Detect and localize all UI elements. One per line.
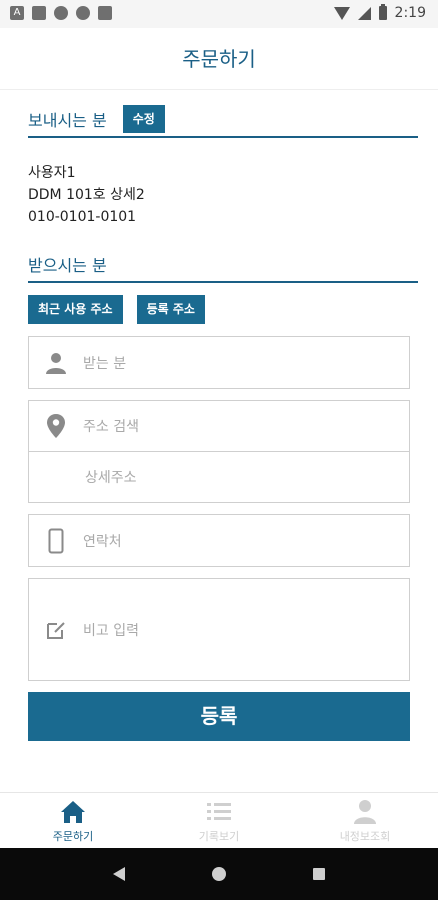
memo-placeholder: 비고 입력 <box>83 622 139 639</box>
status-time: 2:19 <box>394 5 426 21</box>
address-buttons: 최근 사용 주소 등록 주소 <box>28 295 390 324</box>
sender-name: 사용자1 <box>28 165 76 181</box>
location-pin-icon <box>43 413 69 439</box>
page-title: 주문하기 <box>0 28 438 90</box>
sender-phone: 010-0101-0101 <box>28 209 137 225</box>
sdcard-icon <box>98 6 112 20</box>
tab-my-info[interactable]: 내정보조회 <box>292 793 438 848</box>
edit-button[interactable]: 수정 <box>122 105 165 133</box>
sender-header: 보내시는 분 수정 <box>28 105 390 133</box>
receiver-name-field[interactable]: 받는 분 <box>28 336 410 389</box>
receiver-header: 받으시는 분 <box>28 252 390 276</box>
address-detail-field[interactable]: 상세주소 <box>28 451 410 503</box>
sender-info: 사용자1 DDM 101호 상세2 010-0101-0101 <box>28 162 390 228</box>
status-right: 2:19 <box>333 4 426 21</box>
circle-icon <box>76 6 90 20</box>
registered-address-button[interactable]: 등록 주소 <box>136 295 205 324</box>
share-icon <box>54 6 68 20</box>
signal-icon <box>357 6 371 20</box>
tab-my-info-label: 내정보조회 <box>339 829 391 843</box>
battery-icon <box>378 4 387 20</box>
submit-button[interactable]: 등록 <box>28 692 410 741</box>
phone-field[interactable]: 연락처 <box>28 514 410 567</box>
recent-apps-icon[interactable] <box>312 868 325 880</box>
list-icon <box>207 798 231 826</box>
memo-field[interactable]: 비고 입력 <box>28 578 410 681</box>
receiver-name-placeholder: 받는 분 <box>83 355 127 372</box>
bottom-tab-bar: 주문하기 기록보기 내정보조회 <box>0 792 438 848</box>
sender-divider <box>28 136 418 138</box>
tab-history[interactable]: 기록보기 <box>146 793 292 848</box>
edit-note-icon <box>43 617 69 643</box>
status-left: A <box>10 6 112 20</box>
gmail-icon <box>32 6 46 20</box>
status-bar: A 2:19 <box>0 0 438 28</box>
home-icon <box>60 798 86 826</box>
address-search-placeholder: 주소 검색 <box>83 419 139 435</box>
receiver-title: 받으시는 분 <box>28 256 107 275</box>
tab-order-label: 주문하기 <box>52 829 94 843</box>
sender-address: DDM 101호 상세2 <box>28 187 145 203</box>
address-search-field[interactable]: 주소 검색 <box>28 400 410 452</box>
home-button-icon[interactable] <box>211 867 226 881</box>
phone-placeholder: 연락처 <box>83 533 122 550</box>
user-icon <box>353 798 377 826</box>
a-icon: A <box>10 6 24 20</box>
receiver-divider <box>28 281 418 283</box>
phone-icon <box>43 528 69 554</box>
sender-title: 보내시는 분 <box>28 111 107 130</box>
tab-order[interactable]: 주문하기 <box>0 793 146 848</box>
person-icon <box>43 350 69 376</box>
recent-address-button[interactable]: 최근 사용 주소 <box>28 295 123 324</box>
tab-history-label: 기록보기 <box>198 829 240 843</box>
wifi-icon <box>333 6 350 20</box>
address-detail-placeholder: 상세주소 <box>85 470 137 486</box>
back-icon[interactable] <box>113 867 126 881</box>
system-nav-bar <box>0 848 438 900</box>
